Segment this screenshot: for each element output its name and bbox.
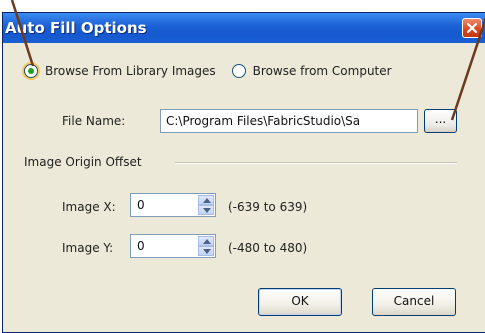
image-x-value[interactable]: 0 <box>137 198 145 212</box>
title-bar[interactable]: Auto Fill Options <box>3 13 485 43</box>
group-divider <box>175 162 457 164</box>
image-x-up-button[interactable] <box>198 195 214 205</box>
radio-library-label: Browse From Library Images <box>45 64 216 78</box>
image-y-value[interactable]: 0 <box>137 239 145 253</box>
close-icon <box>466 22 478 34</box>
image-x-range: (-639 to 639) <box>228 200 308 214</box>
chevron-down-icon <box>203 208 211 213</box>
image-y-up-button[interactable] <box>198 236 214 246</box>
source-radio-group: Browse From Library Images Browse from C… <box>24 64 392 78</box>
image-y-range: (-480 to 480) <box>228 241 308 255</box>
image-x-label: Image X: <box>62 200 116 214</box>
radio-library[interactable] <box>24 64 38 78</box>
image-y-down-button[interactable] <box>198 246 214 256</box>
radio-option-computer[interactable]: Browse from Computer <box>231 64 392 78</box>
radio-option-library[interactable]: Browse From Library Images <box>24 64 216 78</box>
close-button[interactable] <box>462 18 482 38</box>
radio-computer-label: Browse from Computer <box>252 64 392 78</box>
radio-computer[interactable] <box>231 64 246 78</box>
window-title: Auto Fill Options <box>5 19 147 37</box>
image-y-spinner[interactable]: 0 <box>130 234 216 258</box>
file-name-field[interactable]: C:\Program Files\FabricStudio\Sa <box>160 109 418 133</box>
image-y-label: Image Y: <box>62 241 114 255</box>
chevron-down-icon <box>203 249 211 254</box>
image-x-down-button[interactable] <box>198 205 214 215</box>
chevron-up-icon <box>203 239 211 244</box>
origin-offset-group-title: Image Origin Offset <box>24 155 142 169</box>
browse-button[interactable]: ... <box>424 109 457 133</box>
image-y-spin-buttons <box>198 236 214 256</box>
file-name-label: File Name: <box>62 114 126 128</box>
screenshot-stage: Auto Fill Options Browse From Library Im… <box>0 0 485 333</box>
chevron-up-icon <box>203 198 211 203</box>
auto-fill-options-dialog: Auto Fill Options <box>2 12 485 333</box>
image-x-spinner[interactable]: 0 <box>130 193 216 217</box>
ok-button[interactable]: OK <box>258 288 342 316</box>
image-x-spin-buttons <box>198 195 214 215</box>
cancel-button[interactable]: Cancel <box>372 288 456 316</box>
